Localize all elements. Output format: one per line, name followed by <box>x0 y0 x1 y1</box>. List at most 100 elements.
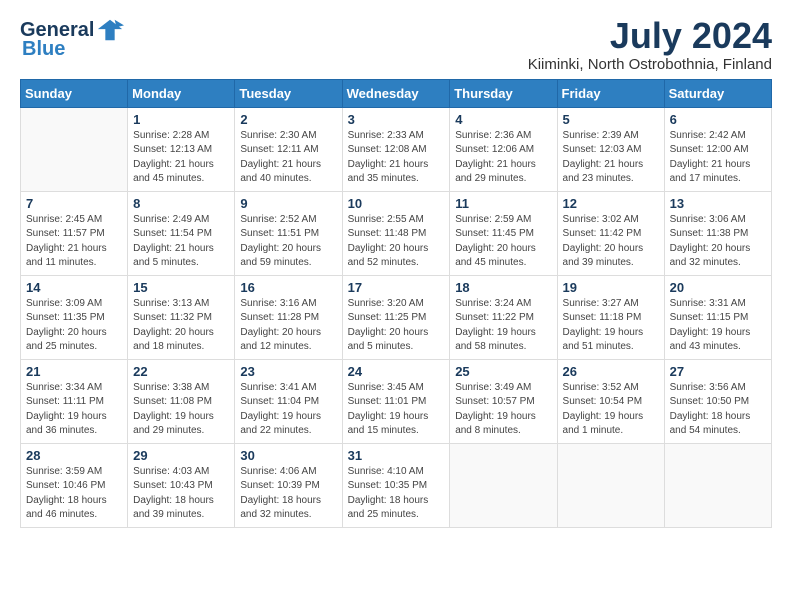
calendar-cell: 12 Sunrise: 3:02 AM Sunset: 11:42 PM Dayl… <box>557 191 664 275</box>
calendar-cell <box>557 443 664 527</box>
calendar-cell: 31 Sunrise: 4:10 AM Sunset: 10:35 PM Dayl… <box>342 443 450 527</box>
day-number: 20 <box>670 280 766 295</box>
calendar-cell <box>21 107 128 191</box>
day-info: Sunrise: 3:13 AM Sunset: 11:32 PM Daylig… <box>133 297 229 355</box>
day-number: 4 <box>455 112 551 127</box>
weekday-header-sunday: Sunday <box>21 79 128 107</box>
day-info: Sunrise: 3:16 AM Sunset: 11:28 PM Daylig… <box>240 297 336 355</box>
location-subtitle: Kiiminki, North Ostrobothnia, Finland <box>528 56 772 73</box>
calendar-cell: 25Sunrise: 3:49 AM Sunset: 10:57 PM Dayl… <box>450 359 557 443</box>
calendar-week-row: 28 Sunrise: 3:59 AM Sunset: 10:46 PM Dayl… <box>21 443 772 527</box>
calendar-cell <box>450 443 557 527</box>
day-info: Sunrise: 2:42 AM Sunset: 12:00 AM Daylig… <box>670 129 766 187</box>
day-info: Sunrise: 2:36 AM Sunset: 12:06 AM Daylig… <box>455 129 551 187</box>
calendar-week-row: 21Sunrise: 3:34 AM Sunset: 11:11 PM Dayl… <box>21 359 772 443</box>
day-info: Sunrise: 3:38 AM Sunset: 11:08 PM Daylig… <box>133 381 229 439</box>
calendar-cell: 28 Sunrise: 3:59 AM Sunset: 10:46 PM Dayl… <box>21 443 128 527</box>
calendar-cell: 29Sunrise: 4:03 AM Sunset: 10:43 PM Dayl… <box>128 443 235 527</box>
day-info: Sunrise: 3:45 AM Sunset: 11:01 PM Daylig… <box>348 381 445 439</box>
logo: General Blue <box>20 16 124 61</box>
day-info: Sunrise: 3:24 AM Sunset: 11:22 PM Daylig… <box>455 297 551 355</box>
day-info: Sunrise: 2:49 AM Sunset: 11:54 PM Daylig… <box>133 213 229 271</box>
day-number: 12 <box>563 196 659 211</box>
day-info: Sunrise: 3:34 AM Sunset: 11:11 PM Daylig… <box>26 381 122 439</box>
day-info: Sunrise: 3:06 AM Sunset: 11:38 PM Daylig… <box>670 213 766 271</box>
day-number: 2 <box>240 112 336 127</box>
weekday-header-friday: Friday <box>557 79 664 107</box>
day-info: Sunrise: 3:41 AM Sunset: 11:04 PM Daylig… <box>240 381 336 439</box>
day-info: Sunrise: 3:31 AM Sunset: 11:15 PM Daylig… <box>670 297 766 355</box>
calendar-cell: 30Sunrise: 4:06 AM Sunset: 10:39 PM Dayl… <box>235 443 342 527</box>
day-info: Sunrise: 2:45 AM Sunset: 11:57 PM Daylig… <box>26 213 122 271</box>
day-number: 3 <box>348 112 445 127</box>
day-number: 15 <box>133 280 229 295</box>
calendar-cell: 18 Sunrise: 3:24 AM Sunset: 11:22 PM Dayl… <box>450 275 557 359</box>
title-area: July 2024 Kiiminki, North Ostrobothnia, … <box>528 16 772 73</box>
calendar-cell: 14Sunrise: 3:09 AM Sunset: 11:35 PM Dayl… <box>21 275 128 359</box>
calendar-cell: 26 Sunrise: 3:52 AM Sunset: 10:54 PM Dayl… <box>557 359 664 443</box>
calendar-week-row: 14Sunrise: 3:09 AM Sunset: 11:35 PM Dayl… <box>21 275 772 359</box>
calendar-cell: 6 Sunrise: 2:42 AM Sunset: 12:00 AM Dayli… <box>664 107 771 191</box>
calendar-table: SundayMondayTuesdayWednesdayThursdayFrid… <box>20 79 772 528</box>
day-info: Sunrise: 3:27 AM Sunset: 11:18 PM Daylig… <box>563 297 659 355</box>
day-info: Sunrise: 3:52 AM Sunset: 10:54 PM Daylig… <box>563 381 659 439</box>
weekday-header-tuesday: Tuesday <box>235 79 342 107</box>
day-number: 24 <box>348 364 445 379</box>
day-info: Sunrise: 2:30 AM Sunset: 12:11 AM Daylig… <box>240 129 336 187</box>
weekday-header-monday: Monday <box>128 79 235 107</box>
day-info: Sunrise: 4:10 AM Sunset: 10:35 PM Daylig… <box>348 465 445 523</box>
day-number: 31 <box>348 448 445 463</box>
day-info: Sunrise: 3:59 AM Sunset: 10:46 PM Daylig… <box>26 465 122 523</box>
day-number: 5 <box>563 112 659 127</box>
weekday-header-saturday: Saturday <box>664 79 771 107</box>
calendar-cell: 5 Sunrise: 2:39 AM Sunset: 12:03 AM Dayli… <box>557 107 664 191</box>
calendar-cell <box>664 443 771 527</box>
logo-blue: Blue <box>22 38 65 61</box>
calendar-cell: 9 Sunrise: 2:52 AM Sunset: 11:51 PM Dayli… <box>235 191 342 275</box>
day-number: 26 <box>563 364 659 379</box>
day-info: Sunrise: 3:02 AM Sunset: 11:42 PM Daylig… <box>563 213 659 271</box>
day-number: 22 <box>133 364 229 379</box>
calendar-cell: 7 Sunrise: 2:45 AM Sunset: 11:57 PM Dayli… <box>21 191 128 275</box>
day-number: 27 <box>670 364 766 379</box>
day-number: 6 <box>670 112 766 127</box>
day-number: 1 <box>133 112 229 127</box>
calendar-cell: 8 Sunrise: 2:49 AM Sunset: 11:54 PM Dayli… <box>128 191 235 275</box>
calendar-cell: 19 Sunrise: 3:27 AM Sunset: 11:18 PM Dayl… <box>557 275 664 359</box>
day-number: 10 <box>348 196 445 211</box>
day-info: Sunrise: 2:28 AM Sunset: 12:13 AM Daylig… <box>133 129 229 187</box>
day-number: 23 <box>240 364 336 379</box>
day-number: 9 <box>240 196 336 211</box>
calendar-cell: 11Sunrise: 2:59 AM Sunset: 11:45 PM Dayl… <box>450 191 557 275</box>
day-info: Sunrise: 4:03 AM Sunset: 10:43 PM Daylig… <box>133 465 229 523</box>
calendar-cell: 23 Sunrise: 3:41 AM Sunset: 11:04 PM Dayl… <box>235 359 342 443</box>
weekday-header-wednesday: Wednesday <box>342 79 450 107</box>
day-number: 8 <box>133 196 229 211</box>
day-number: 18 <box>455 280 551 295</box>
day-info: Sunrise: 3:49 AM Sunset: 10:57 PM Daylig… <box>455 381 551 439</box>
day-number: 28 <box>26 448 122 463</box>
day-info: Sunrise: 2:59 AM Sunset: 11:45 PM Daylig… <box>455 213 551 271</box>
day-number: 19 <box>563 280 659 295</box>
calendar-cell: 20 Sunrise: 3:31 AM Sunset: 11:15 PM Dayl… <box>664 275 771 359</box>
day-info: Sunrise: 2:55 AM Sunset: 11:48 PM Daylig… <box>348 213 445 271</box>
calendar-cell: 24 Sunrise: 3:45 AM Sunset: 11:01 PM Dayl… <box>342 359 450 443</box>
calendar-cell: 27Sunrise: 3:56 AM Sunset: 10:50 PM Dayl… <box>664 359 771 443</box>
calendar-cell: 17Sunrise: 3:20 AM Sunset: 11:25 PM Dayl… <box>342 275 450 359</box>
day-number: 16 <box>240 280 336 295</box>
calendar-cell: 10 Sunrise: 2:55 AM Sunset: 11:48 PM Dayl… <box>342 191 450 275</box>
day-number: 13 <box>670 196 766 211</box>
logo-bird-icon <box>96 16 124 44</box>
calendar-cell: 3Sunrise: 2:33 AM Sunset: 12:08 AM Dayli… <box>342 107 450 191</box>
weekday-header-row: SundayMondayTuesdayWednesdayThursdayFrid… <box>21 79 772 107</box>
calendar-week-row: 7 Sunrise: 2:45 AM Sunset: 11:57 PM Dayli… <box>21 191 772 275</box>
day-number: 30 <box>240 448 336 463</box>
day-info: Sunrise: 2:52 AM Sunset: 11:51 PM Daylig… <box>240 213 336 271</box>
calendar-cell: 21Sunrise: 3:34 AM Sunset: 11:11 PM Dayl… <box>21 359 128 443</box>
day-info: Sunrise: 2:39 AM Sunset: 12:03 AM Daylig… <box>563 129 659 187</box>
calendar-week-row: 1 Sunrise: 2:28 AM Sunset: 12:13 AM Dayli… <box>21 107 772 191</box>
day-number: 7 <box>26 196 122 211</box>
calendar-cell: 13 Sunrise: 3:06 AM Sunset: 11:38 PM Dayl… <box>664 191 771 275</box>
calendar-cell: 16 Sunrise: 3:16 AM Sunset: 11:28 PM Dayl… <box>235 275 342 359</box>
calendar-cell: 1 Sunrise: 2:28 AM Sunset: 12:13 AM Dayli… <box>128 107 235 191</box>
